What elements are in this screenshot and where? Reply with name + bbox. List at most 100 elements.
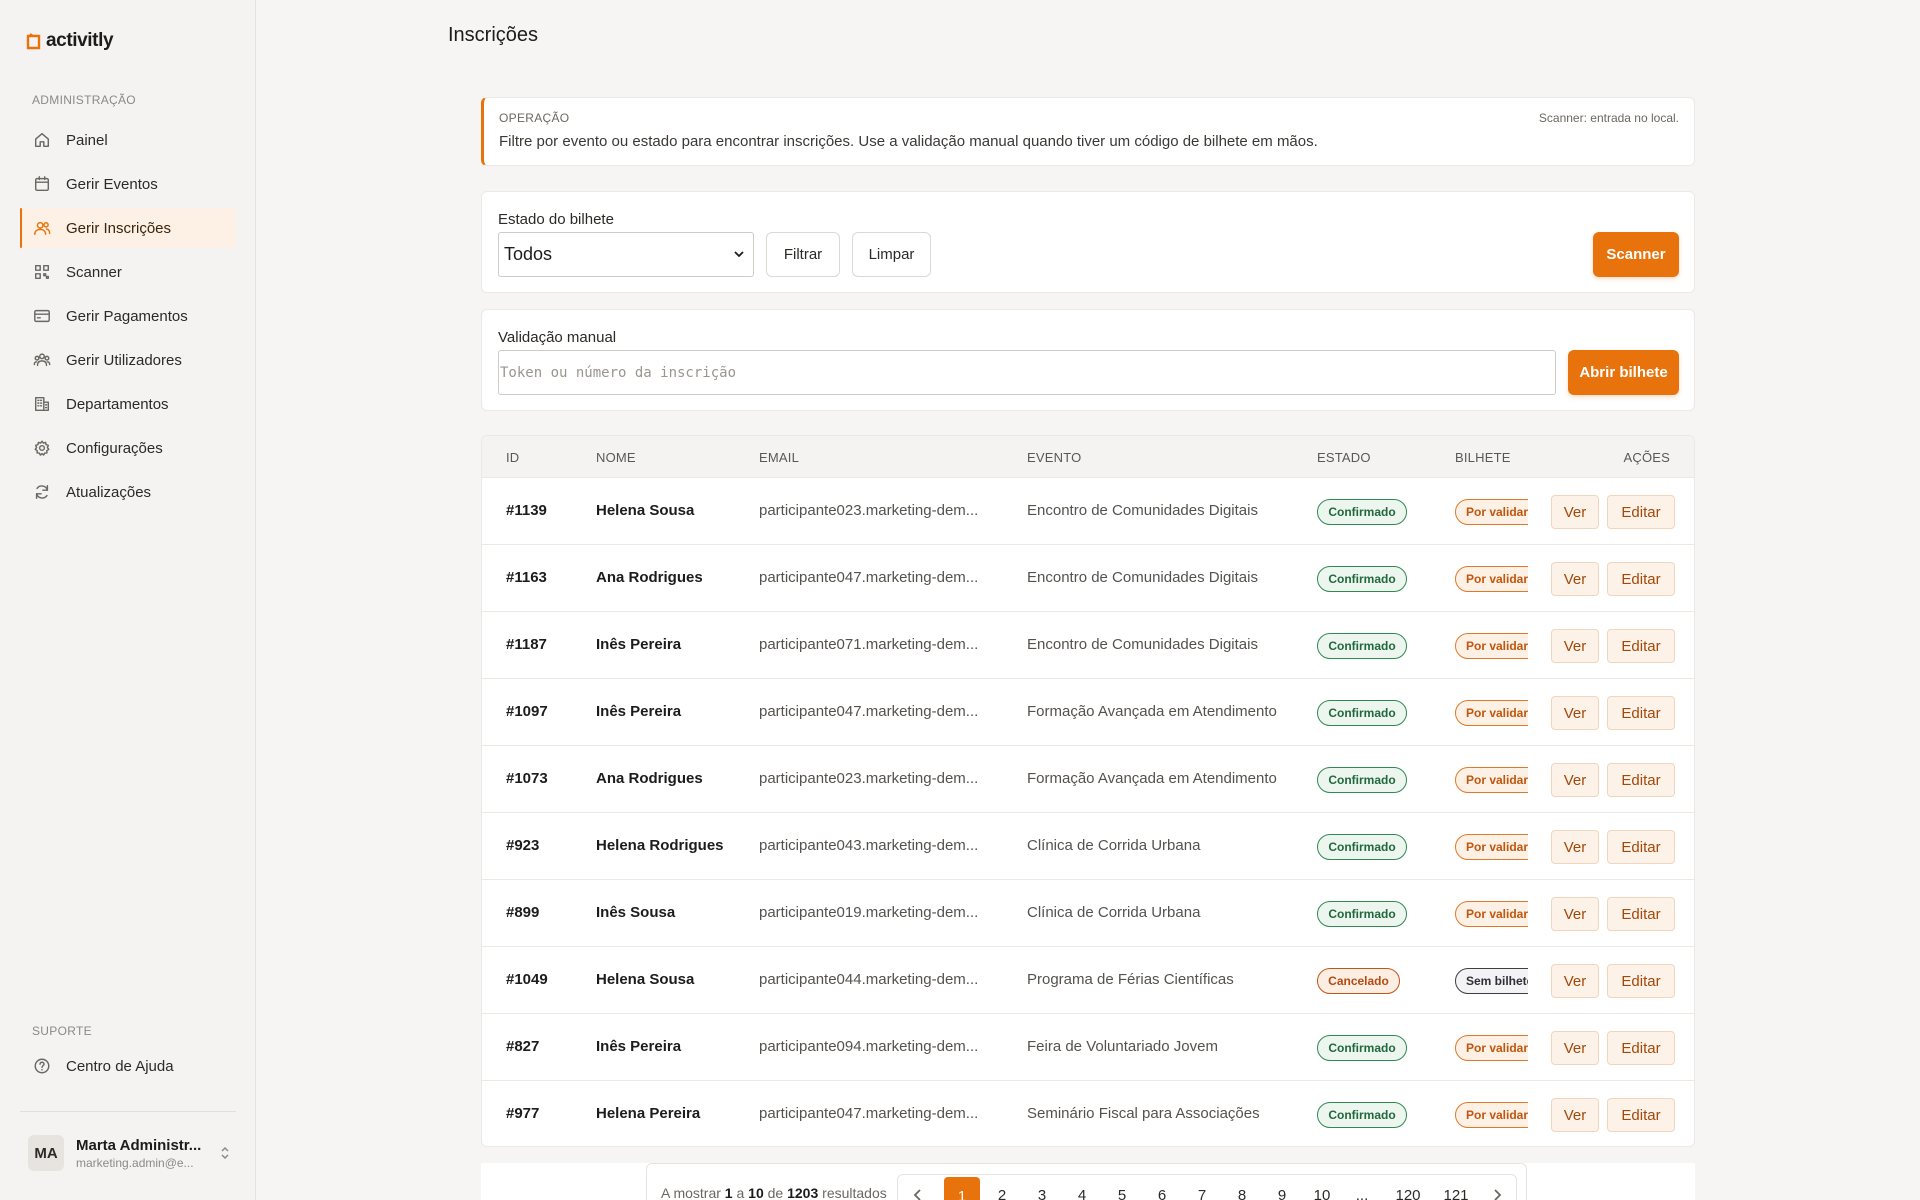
status-badge: Confirmado [1317, 901, 1407, 927]
ticket-cell: Por validar [1455, 565, 1528, 593]
row-id: #1049 [506, 971, 548, 988]
building-icon [32, 394, 52, 414]
view-button[interactable]: Ver [1551, 964, 1599, 998]
pagination-ellipsis: ... [1355, 1186, 1369, 1200]
page-button[interactable]: 5 [1104, 1175, 1140, 1200]
edit-button[interactable]: Editar [1607, 897, 1675, 931]
page-button[interactable]: 121 [1434, 1175, 1478, 1200]
page-button[interactable]: 2 [984, 1175, 1020, 1200]
ticket-badge: Por validar [1455, 633, 1528, 659]
logo[interactable]: activitly [25, 30, 114, 52]
row-event: Formação Avançada em Atendimento [1027, 703, 1277, 720]
status-badge: Confirmado [1317, 700, 1407, 726]
edit-button[interactable]: Editar [1607, 629, 1675, 663]
row-email: participante047.marketing-dem... [759, 569, 979, 586]
home-icon [32, 130, 52, 150]
credit-card-icon [32, 306, 52, 326]
view-button[interactable]: Ver [1551, 830, 1599, 864]
row-event: Clínica de Corrida Urbana [1027, 837, 1201, 854]
row-email: participante044.marketing-dem... [759, 971, 979, 988]
sidebar-item-configuracoes[interactable]: Configurações [20, 428, 236, 468]
ticket-badge: Sem bilhete [1455, 968, 1528, 994]
chevron-left-icon[interactable] [898, 1175, 938, 1200]
row-name: Inês Pereira [596, 703, 682, 720]
row-email: participante071.marketing-dem... [759, 636, 979, 653]
edit-button[interactable]: Editar [1607, 696, 1675, 730]
ticket-cell: Por validar [1455, 498, 1528, 526]
page-button[interactable]: 4 [1064, 1175, 1100, 1200]
user-name: Marta Administr... [76, 1136, 202, 1154]
status-badge: Confirmado [1317, 834, 1407, 860]
scanner-button[interactable]: Scanner [1593, 232, 1679, 277]
section-label-support: SUPORTE [32, 1024, 92, 1038]
sidebar-item-gerir-eventos[interactable]: Gerir Eventos [20, 164, 236, 204]
clear-button[interactable]: Limpar [852, 232, 931, 277]
sidebar-item-label: Gerir Eventos [66, 175, 158, 193]
chevron-right-icon[interactable] [1478, 1175, 1516, 1200]
table-header: ID NOME EMAIL EVENTO ESTADO BILHETE AÇÕE… [482, 436, 1694, 478]
page-button[interactable]: 10 [1304, 1175, 1340, 1200]
row-name: Inês Pereira [596, 1038, 682, 1055]
page-button[interactable]: 7 [1184, 1175, 1220, 1200]
page-button[interactable]: 1 [944, 1177, 980, 1200]
gear-icon [32, 438, 52, 458]
manual-validation-label: Validação manual [498, 329, 617, 346]
view-button[interactable]: Ver [1551, 696, 1599, 730]
sidebar-item-label: Gerir Inscrições [66, 219, 172, 237]
sidebar-item-gerir-utilizadores[interactable]: Gerir Utilizadores [20, 340, 236, 380]
page-title: Inscrições [448, 24, 539, 46]
row-email: participante023.marketing-dem... [759, 502, 979, 519]
page-button[interactable]: 120 [1386, 1175, 1430, 1200]
sidebar-item-label: Gerir Pagamentos [66, 307, 188, 325]
ticket-status-select[interactable]: Todos [498, 232, 754, 277]
edit-button[interactable]: Editar [1607, 763, 1675, 797]
edit-button[interactable]: Editar [1607, 495, 1675, 529]
view-button[interactable]: Ver [1551, 897, 1599, 931]
user-menu[interactable]: MA Marta Administr... marketing.admin@e.… [20, 1130, 236, 1176]
ticket-cell: Por validar [1455, 1101, 1528, 1129]
view-button[interactable]: Ver [1551, 1031, 1599, 1065]
row-event: Formação Avançada em Atendimento [1027, 770, 1277, 787]
column-header-event: EVENTO [1027, 450, 1082, 465]
ticket-badge: Por validar [1455, 834, 1528, 860]
edit-button[interactable]: Editar [1607, 964, 1675, 998]
row-id: #827 [506, 1038, 540, 1055]
sidebar-item-gerir-pagamentos[interactable]: Gerir Pagamentos [20, 296, 236, 336]
sidebar-item-painel[interactable]: Painel [20, 120, 236, 160]
edit-button[interactable]: Editar [1607, 562, 1675, 596]
view-button[interactable]: Ver [1551, 495, 1599, 529]
filter-button[interactable]: Filtrar [766, 232, 840, 277]
ticket-badge: Por validar [1455, 566, 1528, 592]
status-badge: Confirmado [1317, 633, 1407, 659]
ticket-token-input[interactable]: Token ou número da inscrição [498, 350, 1556, 395]
sidebar-item-scanner[interactable]: Scanner [20, 252, 236, 292]
ticket-cell: Por validar [1455, 766, 1528, 794]
chevron-up-down-icon[interactable] [218, 1145, 232, 1161]
page-button[interactable]: 9 [1264, 1175, 1300, 1200]
row-event: Feira de Voluntariado Jovem [1027, 1038, 1218, 1055]
view-button[interactable]: Ver [1551, 763, 1599, 797]
page-button[interactable]: 8 [1224, 1175, 1260, 1200]
row-event: Seminário Fiscal para Associações [1027, 1105, 1260, 1122]
column-header-name: NOME [596, 450, 636, 465]
edit-button[interactable]: Editar [1607, 1031, 1675, 1065]
ticket-status-label: Estado do bilhete [498, 211, 614, 228]
view-button[interactable]: Ver [1551, 629, 1599, 663]
sidebar-item-label: Departamentos [66, 395, 169, 413]
column-header-ticket: BILHETE [1455, 450, 1511, 465]
table-row: #1139 Helena Sousa participante023.marketi… [482, 478, 1694, 545]
sidebar-item-centro-de-ajuda[interactable]: Centro de Ajuda [20, 1046, 236, 1086]
page-button[interactable]: 3 [1024, 1175, 1060, 1200]
table-row: #1073 Ana Rodrigues participante023.market… [482, 746, 1694, 813]
sidebar-item-atualizacoes[interactable]: Atualizações [20, 472, 236, 512]
sidebar-item-gerir-inscricoes[interactable]: Gerir Inscrições [20, 208, 236, 248]
edit-button[interactable]: Editar [1607, 1098, 1675, 1132]
page-button[interactable]: 6 [1144, 1175, 1180, 1200]
table-row: #977 Helena Pereira participante047.market… [482, 1081, 1694, 1146]
edit-button[interactable]: Editar [1607, 830, 1675, 864]
view-button[interactable]: Ver [1551, 1098, 1599, 1132]
open-ticket-button[interactable]: Abrir bilhete [1568, 350, 1679, 395]
sidebar-item-departamentos[interactable]: Departamentos [20, 384, 236, 424]
status-badge: Confirmado [1317, 767, 1407, 793]
view-button[interactable]: Ver [1551, 562, 1599, 596]
